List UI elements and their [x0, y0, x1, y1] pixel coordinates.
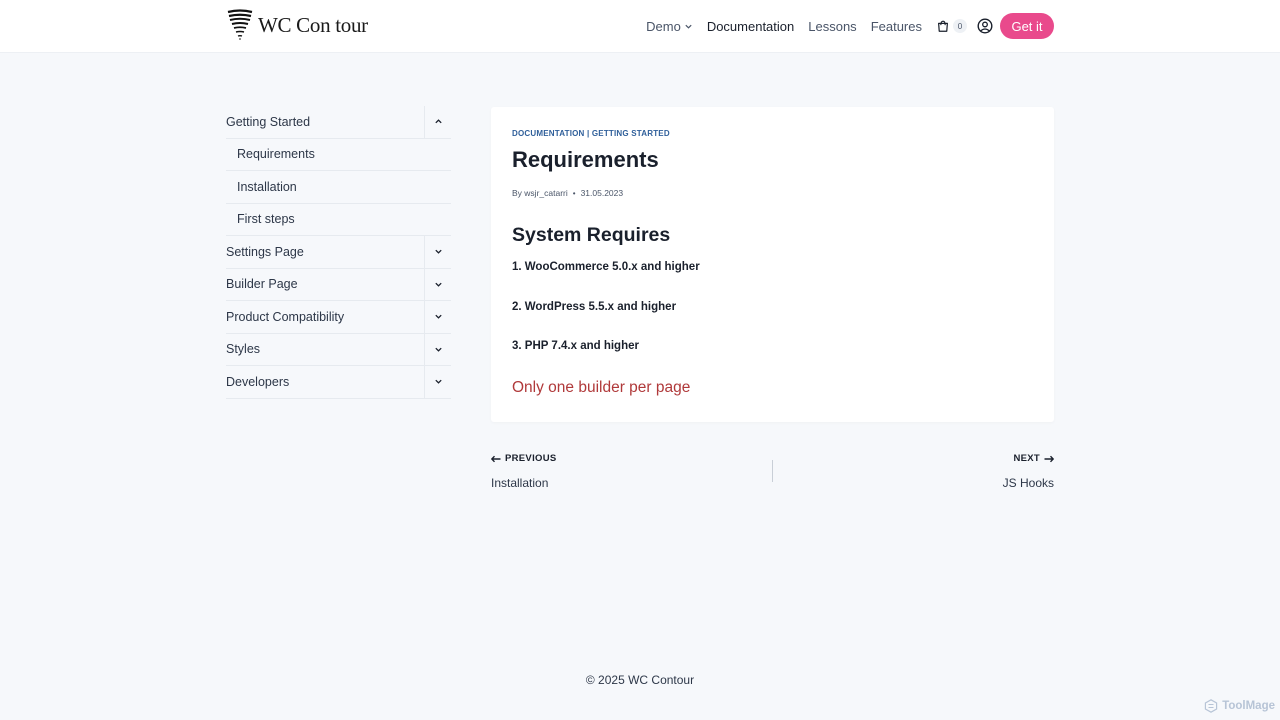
sidebar-toggle[interactable]	[424, 301, 451, 333]
sidebar-item-styles[interactable]: Styles	[226, 333, 451, 366]
next-label: NEXT	[1013, 453, 1040, 464]
sidebar-item-label: Builder Page	[226, 277, 298, 292]
sidebar-item-installation[interactable]: Installation	[226, 171, 451, 204]
get-it-button[interactable]: Get it	[1000, 13, 1054, 39]
chevron-down-icon	[434, 249, 442, 254]
requirement-item: 2. WordPress 5.5.x and higher	[512, 301, 677, 313]
meta-separator-dot: •	[572, 188, 576, 198]
sidebar-item-builder-page[interactable]: Builder Page	[226, 268, 451, 301]
page-title: Requirements	[512, 147, 659, 172]
sidebar-item-product-compatibility[interactable]: Product Compatibility	[226, 301, 451, 334]
requirement-item: 3. PHP 7.4.x and higher	[512, 340, 639, 352]
category-separator: |	[586, 129, 590, 138]
post-date: 31.05.2023	[580, 188, 624, 198]
post-author-link[interactable]: wsjr_catarri	[524, 188, 567, 198]
sidebar-item-first-steps[interactable]: First steps	[226, 204, 451, 236]
sidebar-item-requirements[interactable]: Requirements	[226, 139, 451, 171]
sidebar-toggle[interactable]	[424, 236, 451, 268]
sidebar-toggle[interactable]	[424, 268, 451, 300]
next-post-link[interactable]: NEXT	[1013, 453, 1054, 464]
cart-count-badge: 0	[953, 19, 967, 33]
arrow-right-icon	[1044, 455, 1054, 462]
post-meta: By wsjr_catarri • 31.05.2023	[512, 188, 623, 198]
watermark: ToolMage	[1204, 699, 1275, 713]
sidebar-item-label: Requirements	[237, 147, 315, 162]
post-categories: DOCUMENTATION | GETTING STARTED	[512, 129, 670, 138]
site-logo[interactable]: WC Con tour	[226, 9, 368, 41]
tornado-logo-icon	[227, 9, 253, 40]
hexagon-logo-icon	[1204, 699, 1218, 713]
post-nav-divider	[772, 460, 773, 482]
logo-text: WC Con tour	[258, 12, 368, 37]
site-footer-copyright: © 2025 WC Contour	[585, 673, 695, 687]
sidebar-item-label: First steps	[237, 212, 295, 227]
watermark-text: ToolMage	[1222, 700, 1275, 712]
warning-note: Only one builder per page	[512, 379, 691, 396]
category-link-getting-started[interactable]: GETTING STARTED	[592, 129, 670, 138]
cart-button[interactable]: 0	[936, 19, 967, 33]
sidebar-item-developers[interactable]: Developers	[226, 366, 451, 399]
requirement-item: 1. WooCommerce 5.0.x and higher	[512, 261, 700, 273]
docs-sidebar: Getting Started Requirements Installatio…	[226, 106, 451, 399]
sidebar-item-settings-page[interactable]: Settings Page	[226, 236, 451, 269]
sidebar-item-label: Product Compatibility	[226, 309, 345, 324]
nav-item-label: Features	[870, 18, 922, 34]
previous-label: PREVIOUS	[505, 453, 557, 464]
chevron-down-icon	[434, 347, 442, 352]
user-account-icon[interactable]	[977, 18, 993, 34]
chevron-down-icon	[434, 379, 442, 384]
shopping-bag-icon	[938, 20, 948, 32]
meta-by: By	[512, 188, 522, 198]
sidebar-item-label: Settings Page	[226, 244, 304, 259]
sidebar-item-label: Styles	[226, 342, 261, 357]
sidebar-item-getting-started[interactable]: Getting Started	[226, 106, 451, 139]
chevron-up-icon	[434, 119, 442, 124]
sidebar-item-label: Installation	[237, 179, 297, 194]
category-link-documentation[interactable]: DOCUMENTATION	[512, 129, 585, 138]
sidebar-toggle[interactable]	[424, 333, 451, 365]
chevron-down-icon	[434, 314, 442, 319]
nav-item-label: Lessons	[808, 18, 857, 34]
previous-post-title[interactable]: Installation	[491, 476, 548, 490]
sidebar-item-label: Getting Started	[226, 114, 311, 129]
article-card: DOCUMENTATION | GETTING STARTED Requirem…	[491, 107, 1054, 422]
nav-item-features[interactable]: Features	[871, 19, 922, 34]
sidebar-toggle[interactable]	[424, 366, 451, 398]
chevron-down-icon	[434, 282, 442, 287]
nav-item-documentation[interactable]: Documentation	[707, 19, 794, 34]
arrow-left-icon	[491, 455, 501, 462]
sidebar-toggle[interactable]	[424, 106, 451, 138]
main-nav: Demo Documentation Lessons Features 0 Ge…	[646, 13, 1054, 39]
nav-item-demo[interactable]: Demo	[646, 19, 693, 34]
nav-item-label: Documentation	[706, 18, 795, 34]
next-post-title[interactable]: JS Hooks	[1003, 476, 1054, 490]
nav-item-label: Demo	[646, 18, 681, 34]
site-header: WC Con tour Demo Documentation Lessons F…	[0, 0, 1280, 53]
previous-post-link[interactable]: PREVIOUS	[491, 453, 557, 464]
section-heading: System Requires	[512, 224, 671, 246]
chevron-down-icon	[685, 24, 692, 29]
nav-item-lessons[interactable]: Lessons	[808, 19, 856, 34]
sidebar-item-label: Developers	[226, 374, 290, 389]
